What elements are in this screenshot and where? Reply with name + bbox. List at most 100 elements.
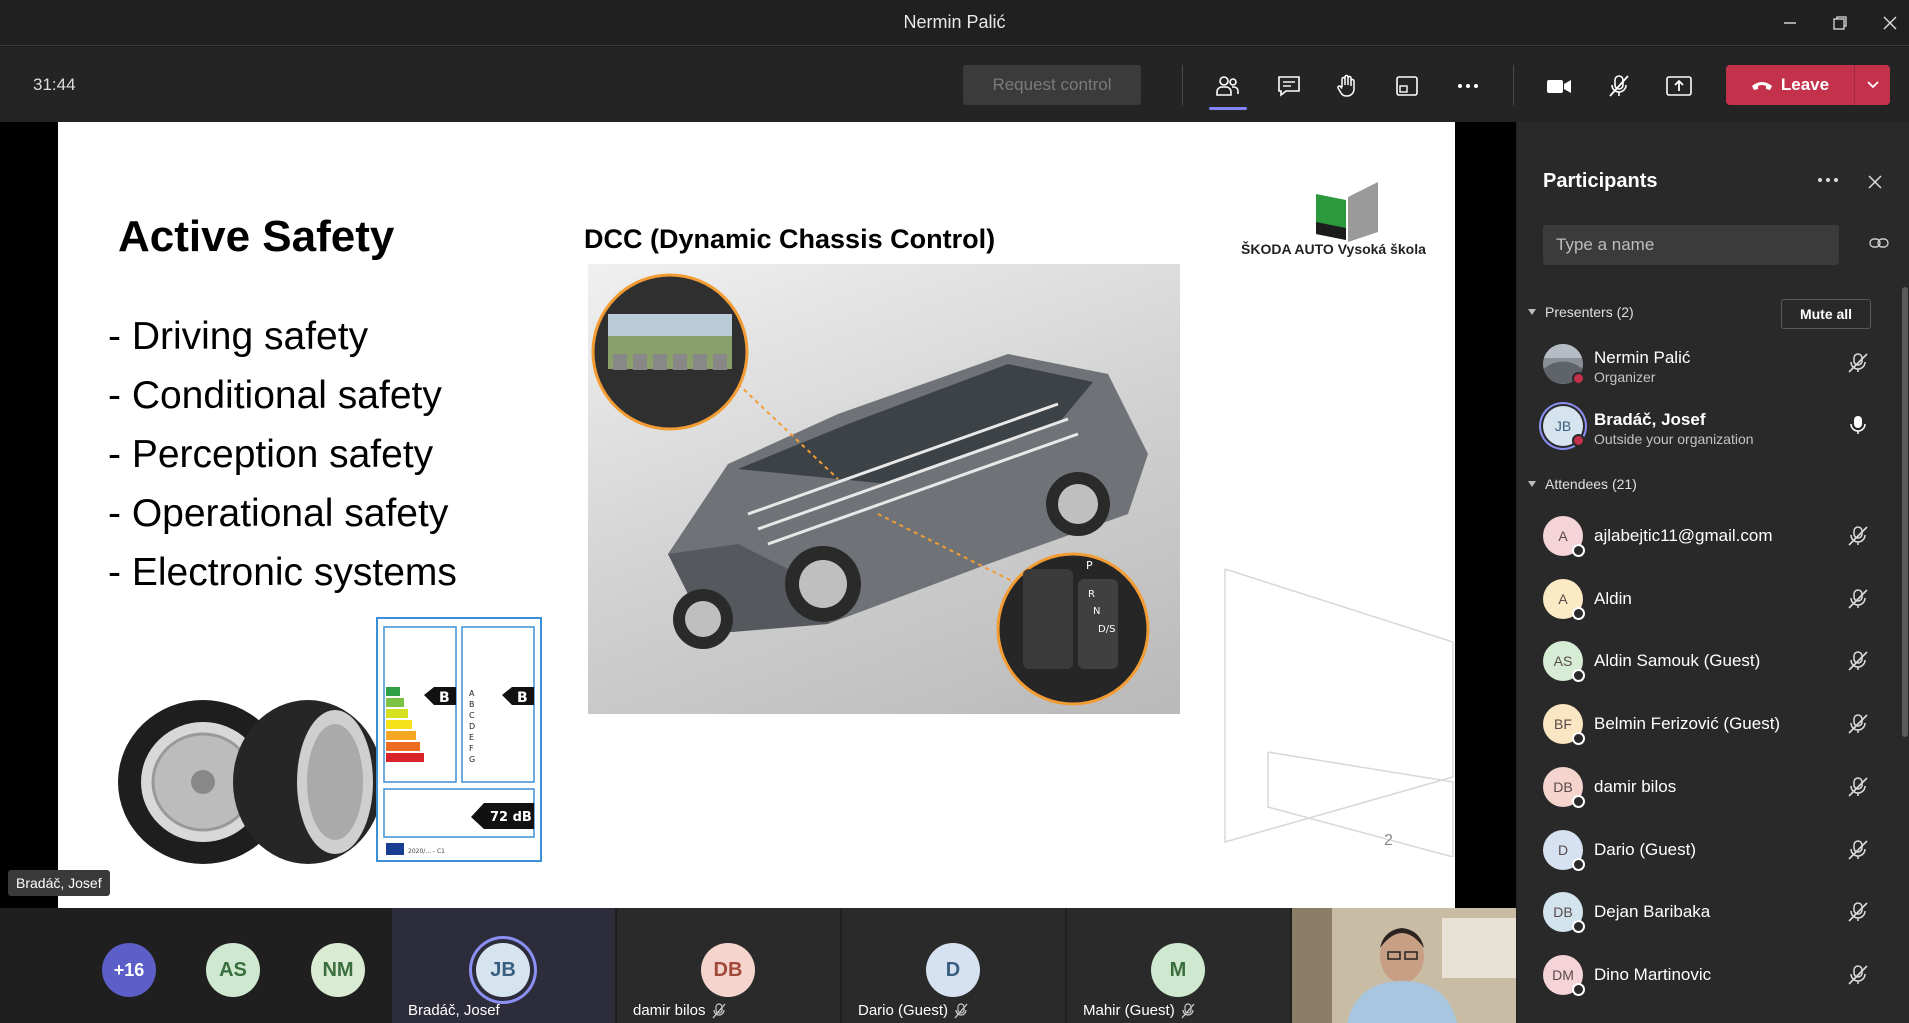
minimize-button[interactable] <box>1775 8 1805 38</box>
presenter-name-badge: Bradáč, Josef <box>8 870 110 896</box>
camera-button[interactable] <box>1540 67 1578 105</box>
show-participants-button[interactable] <box>1209 67 1247 110</box>
caret-down-icon <box>1528 309 1536 315</box>
avatar: D <box>926 943 980 997</box>
status-offline-indicator <box>1572 794 1585 808</box>
mic-off-icon <box>1848 839 1868 860</box>
mic-on-icon <box>1850 416 1866 434</box>
close-participants-button[interactable] <box>1867 174 1883 195</box>
mic-off-icon <box>1848 353 1868 373</box>
participant-mic-status <box>1847 352 1869 379</box>
leave-button[interactable]: Leave <box>1726 65 1890 105</box>
avatar: DB <box>701 943 755 997</box>
participant-tile[interactable]: D Dario (Guest) <box>842 908 1065 1023</box>
breakout-rooms-button[interactable] <box>1388 67 1426 105</box>
noise-value: 72 dB <box>490 810 532 825</box>
participant-row[interactable]: DB damir bilos <box>1517 757 1887 817</box>
participant-tile-active[interactable]: JB Bradáč, Josef <box>392 908 615 1023</box>
link-icon <box>1869 238 1889 248</box>
show-chat-button[interactable] <box>1270 67 1308 105</box>
gear-letter: N <box>1093 606 1100 617</box>
tile-name: Dario (Guest) <box>858 1002 949 1019</box>
participants-more-button[interactable] <box>1817 172 1839 193</box>
participant-name: Dejan Baribaka <box>1594 902 1711 922</box>
participant-row[interactable]: AS Aldin Samouk (Guest) <box>1517 631 1887 691</box>
mic-off-icon <box>1181 1002 1195 1018</box>
scale-letter: E <box>469 733 474 742</box>
status-busy-indicator <box>1572 434 1585 447</box>
participant-mic-status <box>1847 964 1869 991</box>
participant-row[interactable]: D Dario (Guest) <box>1517 820 1887 880</box>
regulation-text: 2020/... - C1 <box>408 848 445 855</box>
overflow-tile[interactable]: +16 <box>80 908 180 1023</box>
participant-row[interactable]: Aajlabejtic11@gmail.com <box>1517 506 1887 566</box>
close-window-button[interactable] <box>1875 8 1905 38</box>
microphone-button[interactable] <box>1600 67 1638 105</box>
participants-scrollbar[interactable] <box>1902 287 1908 737</box>
participant-tile[interactable]: DB damir bilos <box>617 908 840 1023</box>
participant-mic-status <box>1847 901 1869 928</box>
participant-row[interactable]: Nermin Palić Organizer <box>1517 334 1887 394</box>
mic-off-icon <box>1848 902 1868 922</box>
bullet-item: - Perception safety <box>108 433 434 476</box>
participant-row[interactable]: JB Bradáč, Josef Outside your organizati… <box>1517 396 1887 456</box>
participant-mic-status <box>1847 525 1869 552</box>
presenters-label: Presenters (2) <box>1545 304 1634 320</box>
slide-title: Active Safety <box>118 212 395 261</box>
request-control-button[interactable]: Request control <box>963 65 1141 105</box>
scale-letter: G <box>469 755 475 764</box>
participant-row[interactable]: DB Dejan Baribaka <box>1517 882 1887 942</box>
participant-tile[interactable]: NM <box>295 908 385 1023</box>
scale-letter: A <box>469 689 475 698</box>
participant-row[interactable]: BF Belmin Ferizović (Guest) <box>1517 694 1887 754</box>
participant-tile[interactable]: M Mahir (Guest) <box>1067 908 1290 1023</box>
share-invite-button[interactable] <box>1869 236 1889 255</box>
participant-search-input[interactable] <box>1543 225 1839 265</box>
participant-role: Outside your organization <box>1594 431 1754 447</box>
car-illustration: P R N D/S <box>591 273 1150 706</box>
car-image: P R N D/S <box>588 264 1180 714</box>
participant-row[interactable]: A Aldin <box>1517 569 1887 629</box>
share-content-button[interactable] <box>1660 67 1698 105</box>
avatar: AS <box>206 943 260 997</box>
participant-row[interactable]: DM Dino Martinovic <box>1517 945 1887 1005</box>
presenters-section-toggle[interactable]: Presenters (2) <box>1527 304 1634 320</box>
skoda-logo <box>1316 182 1378 242</box>
minimize-icon <box>1784 22 1796 24</box>
participant-mic-status <box>1847 776 1869 803</box>
leave-main[interactable]: Leave <box>1726 75 1854 95</box>
dcc-title: DCC (Dynamic Chassis Control) <box>584 224 996 254</box>
raise-hand-button[interactable] <box>1328 67 1366 105</box>
toolbar-divider <box>1182 65 1183 105</box>
restore-icon <box>1833 16 1847 30</box>
more-actions-button[interactable] <box>1449 67 1487 105</box>
meeting-toolbar: 31:44 Request control Leave <box>0 47 1909 122</box>
restore-button[interactable] <box>1825 8 1855 38</box>
mic-off-icon <box>1848 777 1868 797</box>
mute-all-button[interactable]: Mute all <box>1781 299 1871 329</box>
tile-name: Bradáč, Josef <box>408 1002 500 1019</box>
participants-panel: Participants Presenters (2) Mute all Ner… <box>1516 122 1909 1023</box>
chevron-down-icon <box>1866 81 1879 89</box>
gear-letter: P <box>1086 559 1093 572</box>
scale-letter: F <box>469 744 474 753</box>
participant-mic-status <box>1847 588 1869 615</box>
leave-options-button[interactable] <box>1855 80 1890 90</box>
participant-tile[interactable]: AS <box>190 908 280 1023</box>
status-busy-indicator <box>1572 372 1585 385</box>
presentation-slide: Active Safety - Driving safety - Conditi… <box>58 122 1455 908</box>
fuel-grade: B <box>439 690 450 706</box>
participant-name: ajlabejtic11@gmail.com <box>1594 526 1773 545</box>
mic-off-icon <box>1848 526 1868 546</box>
tyre-eu-label: A B C D E F G B B 72 dB 2020/... - C1 <box>376 617 542 862</box>
self-video-tile[interactable] <box>1292 908 1516 1023</box>
participant-name: Dino Martinovic <box>1594 964 1712 984</box>
status-offline-indicator <box>1572 982 1585 996</box>
attendees-section-toggle[interactable]: Attendees (21) <box>1527 476 1637 492</box>
more-icon <box>1458 84 1478 88</box>
mic-off-icon <box>1848 651 1868 671</box>
mic-off-icon <box>1848 588 1868 609</box>
status-offline-indicator <box>1572 669 1585 683</box>
avatar: NM <box>311 943 365 997</box>
tile-name-row: damir bilos <box>633 1002 726 1019</box>
